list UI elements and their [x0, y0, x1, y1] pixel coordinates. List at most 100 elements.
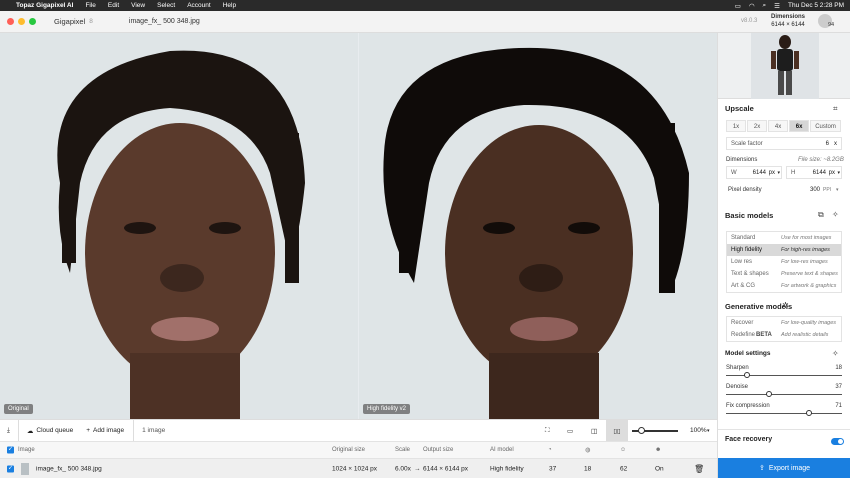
window-titlebar: Gigapixel 8 image_fx_ 500 348.jpg v8.0.3… — [0, 11, 850, 33]
fix-compression-value[interactable]: 71 — [835, 403, 842, 409]
original-preview[interactable]: Original — [0, 33, 358, 419]
search-icon[interactable]: ⌕ — [763, 2, 767, 10]
scale-2x-button[interactable]: 2x — [747, 120, 768, 132]
slider-handle[interactable] — [766, 391, 772, 397]
model-standard[interactable]: Standard Use for most images — [727, 232, 841, 244]
control-center-icon[interactable]: ☰ — [774, 2, 780, 10]
face-recovery-title: Face recovery — [725, 436, 773, 443]
battery-icon[interactable]: ▭ — [735, 2, 741, 10]
model-low-res[interactable]: Low res For low-res images — [727, 256, 841, 268]
menu-edit[interactable]: Edit — [108, 2, 119, 9]
chevron-down-icon[interactable]: ▾ — [777, 170, 780, 176]
table-row[interactable]: ✓ image_fx_ 500 348.jpg 1024 × 1024 px 6… — [0, 458, 717, 478]
sharpen-icon: ◔ — [548, 447, 552, 453]
scale-factor-field[interactable]: Scale factor 6 x — [726, 137, 842, 150]
slider-track[interactable] — [726, 394, 842, 395]
basic-models-title: Basic models — [725, 211, 774, 220]
model-recover[interactable]: Recover For low-quality images — [727, 317, 841, 329]
compression-icon: ☺ — [620, 447, 627, 453]
trash-icon[interactable]: 🗑 — [694, 464, 704, 473]
scale-1x-button[interactable]: 1x — [726, 120, 747, 132]
app-title: Gigapixel — [54, 17, 86, 26]
select-all-checkbox[interactable]: ✓ — [7, 446, 14, 454]
sparkle-icon: ✲ — [782, 301, 789, 310]
model-high-fidelity[interactable]: High fidelity For high-res images — [727, 244, 841, 256]
height-label: H — [791, 170, 796, 176]
scale-custom-button[interactable]: Custom — [810, 120, 841, 132]
queue-table-header: ✓ Image Original size Scale Output size … — [0, 441, 717, 458]
model-name: Text & shapes — [731, 271, 769, 277]
model-name: High fidelity — [731, 247, 763, 253]
sharpen-label: Sharpen — [726, 365, 749, 371]
row-face-recovery: On — [655, 465, 664, 472]
slider-track[interactable] — [726, 413, 842, 414]
model-art-cg[interactable]: Art & CG For artwork & graphics — [727, 280, 841, 292]
width-value[interactable]: 6144 — [753, 170, 766, 176]
height-field[interactable]: H 6144 px ▾ — [786, 166, 842, 179]
chevron-down-icon[interactable]: ▾ — [837, 170, 840, 176]
minimize-window-button[interactable] — [18, 18, 25, 25]
col-output-size[interactable]: Output size — [423, 447, 453, 453]
settings-panel: Upscale ⌗ 1x 2x 4x 6x Custom Scale facto… — [717, 33, 850, 478]
col-ai-model[interactable]: AI model — [490, 447, 514, 453]
wifi-icon[interactable]: ◠ — [749, 2, 755, 10]
pixel-density-value[interactable]: 300 — [810, 187, 820, 193]
col-image[interactable]: Image — [18, 447, 35, 453]
cloud-icon: ☁ — [26, 427, 34, 435]
download-icon[interactable]: ⤓ — [7, 427, 10, 435]
slider-handle[interactable] — [806, 410, 812, 416]
version-label: v8.0.3 — [741, 18, 758, 24]
col-original-size[interactable]: Original size — [332, 447, 365, 453]
model-name: Art & CG — [731, 283, 756, 289]
menu-account[interactable]: Account — [187, 2, 211, 9]
compare-models-icon[interactable]: ⧉ — [818, 210, 824, 220]
scale-options: 1x 2x 4x 6x Custom — [726, 120, 842, 132]
pixel-density-field[interactable]: Pixel density 300 PPI ▾ — [726, 184, 842, 196]
model-redefine[interactable]: Redefine BETA Add realistic details — [727, 329, 841, 341]
scale-4x-button[interactable]: 4x — [768, 120, 789, 132]
auto-settings-icon[interactable]: ✧ — [832, 349, 839, 358]
split-view-icon[interactable]: ◫ — [591, 427, 597, 435]
scale-factor-value[interactable]: 6 — [826, 141, 829, 147]
single-view-icon[interactable]: ▭ — [567, 427, 573, 435]
menu-select[interactable]: Select — [157, 2, 175, 9]
model-description: Preserve text & shapes — [781, 271, 838, 277]
cloud-queue-button[interactable]: ☁ Cloud queue — [27, 427, 73, 435]
export-image-button[interactable]: ⇪ Export image — [718, 458, 850, 478]
zoom-level[interactable]: 100% — [690, 427, 707, 434]
fit-to-screen-icon[interactable]: ⛶ — [545, 427, 550, 435]
comparison-preview[interactable]: Original High fidelity v2 — [0, 33, 717, 419]
enhanced-preview[interactable]: High fidelity v2 — [359, 33, 717, 419]
model-text-shapes[interactable]: Text & shapes Preserve text & shapes — [727, 268, 841, 280]
side-by-side-view-icon[interactable]: ▯▯ — [606, 420, 628, 442]
menubar-clock[interactable]: Thu Dec 5 2:28 PM — [788, 2, 844, 9]
height-value[interactable]: 6144 — [813, 170, 826, 176]
auto-pilot-icon[interactable]: ✧ — [832, 210, 839, 219]
navigator[interactable] — [718, 33, 850, 99]
width-field[interactable]: W 6144 px ▾ — [726, 166, 782, 179]
denoise-value[interactable]: 37 — [835, 384, 842, 390]
output-dimensions: Dimensions 6144 × 6144 — [768, 13, 808, 29]
add-image-button[interactable]: + Add image — [86, 427, 124, 434]
chevron-down-icon[interactable]: ▾ — [836, 187, 839, 193]
chevron-down-icon[interactable]: ▾ — [707, 428, 710, 434]
sharpen-value[interactable]: 18 — [835, 365, 842, 371]
scale-factor-label: Scale factor — [731, 141, 763, 147]
face-recovery-toggle[interactable] — [831, 438, 844, 445]
menu-help[interactable]: Help — [223, 2, 236, 9]
menu-view[interactable]: View — [131, 2, 145, 9]
menu-file[interactable]: File — [85, 2, 95, 9]
row-sharpen: 37 — [549, 465, 557, 472]
model-name: Recover — [731, 320, 754, 326]
crop-icon[interactable]: ⌗ — [833, 104, 838, 114]
slider-handle[interactable] — [744, 372, 750, 378]
col-scale[interactable]: Scale — [395, 447, 410, 453]
width-label: W — [731, 170, 737, 176]
zoom-window-button[interactable] — [29, 18, 36, 25]
pixel-density-unit: PPI — [823, 187, 832, 193]
scale-6x-button[interactable]: 6x — [789, 120, 810, 132]
close-window-button[interactable] — [7, 18, 14, 25]
row-checkbox[interactable]: ✓ — [7, 465, 14, 472]
menu-app-name[interactable]: Topaz Gigapixel AI — [16, 2, 73, 9]
zoom-slider-handle[interactable] — [638, 427, 645, 434]
